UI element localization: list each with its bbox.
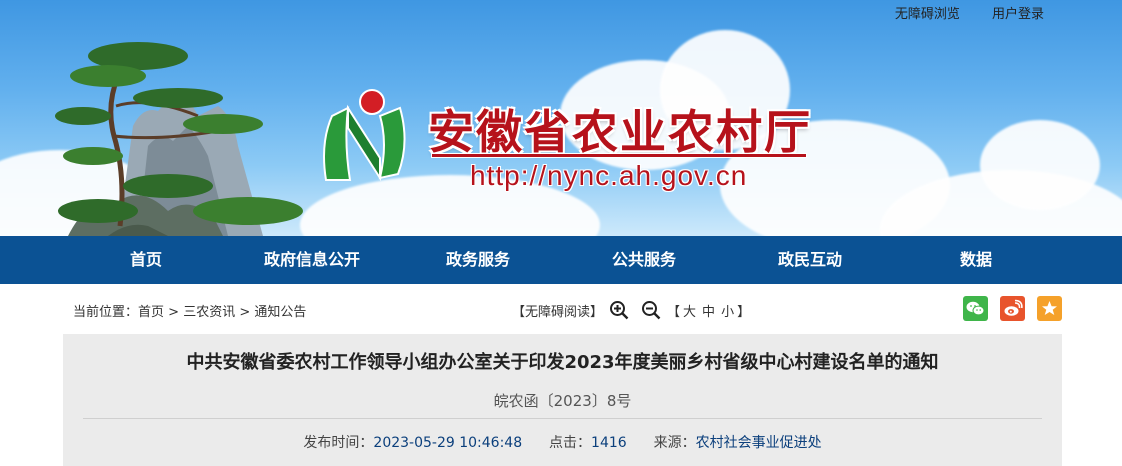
site-title: 安徽省农业农村厅 — [428, 105, 812, 159]
zoom-out-icon[interactable] — [641, 300, 661, 320]
zoom-in-icon[interactable] — [609, 300, 629, 320]
publish-time: 2023-05-29 10:46:48 — [373, 435, 523, 451]
weibo-icon — [1004, 299, 1023, 316]
article-source: 农村社会事业促进处 — [695, 435, 822, 451]
huangshan-pine-illustration — [55, 42, 303, 236]
publish-time-label: 发布时间： — [303, 435, 374, 451]
star-icon — [1042, 301, 1057, 315]
font-size-bracket-open: 【 — [667, 304, 681, 320]
breadcrumb-separator: > — [239, 305, 251, 320]
title-underline — [432, 154, 806, 157]
nav-item-gov-service[interactable]: 政务服务 — [395, 236, 561, 284]
breadcrumb: 当前位置：首页 > 三农资讯 > 通知公告 — [73, 301, 306, 320]
nav-item-data[interactable]: 数据 — [893, 236, 1059, 284]
main-nav: 首页 政府信息公开 政务服务 公共服务 政民互动 数据 — [0, 236, 1122, 284]
font-size-small[interactable]: 小 — [721, 301, 734, 320]
breadcrumb-item-notices[interactable]: 通知公告 — [254, 305, 306, 320]
wechat-icon — [966, 301, 985, 316]
user-login-link[interactable]: 用户登录 — [992, 7, 1044, 22]
nav-item-home[interactable]: 首页 — [63, 236, 229, 284]
article-doc-number: 皖农函〔2023〕8号 — [493, 392, 632, 410]
site-url: http://nync.ah.gov.cn — [470, 160, 748, 191]
nav-item-interaction[interactable]: 政民互动 — [727, 236, 893, 284]
clicks-label: 点击： — [549, 435, 592, 451]
top-links: 无障碍浏览 用户登录 — [867, 3, 1044, 22]
accessible-browse-link[interactable]: 无障碍浏览 — [895, 7, 960, 22]
article-toolbar: 当前位置：首页 > 三农资讯 > 通知公告 【无障碍阅读】 【 大 中 小 】 — [0, 284, 1122, 334]
nav-item-public-service[interactable]: 公共服务 — [561, 236, 727, 284]
article-meta: 发布时间：2023-05-29 10:46:48 点击：1416 来源：农村社会… — [63, 432, 1062, 452]
share-wechat-button[interactable] — [963, 296, 988, 321]
breadcrumb-prefix: 当前位置： — [73, 305, 139, 320]
source-label: 来源： — [653, 435, 696, 451]
accessible-read-link[interactable]: 【无障碍阅读】 — [512, 301, 603, 320]
font-size-medium[interactable]: 中 — [702, 301, 715, 320]
share-weibo-button[interactable] — [1000, 296, 1025, 321]
breadcrumb-separator: > — [168, 305, 180, 320]
breadcrumb-item-news[interactable]: 三农资讯 — [183, 305, 235, 320]
article-title: 中共安徽省委农村工作领导小组办公室关于印发2023年度美丽乡村省级中心村建设名单… — [186, 352, 939, 373]
breadcrumb-item-home[interactable]: 首页 — [138, 305, 164, 320]
favorite-button[interactable] — [1037, 296, 1062, 321]
ministry-logo-icon — [323, 89, 406, 182]
nav-item-gov-info[interactable]: 政府信息公开 — [229, 236, 395, 284]
site-banner: 无障碍浏览 用户登录 安徽省农业农村厅 http://nync.ah.gov.c… — [0, 0, 1122, 236]
clicks-count: 1416 — [591, 435, 627, 451]
reading-tools: 【无障碍阅读】 【 大 中 小 】 — [512, 300, 750, 320]
font-size-large[interactable]: 大 — [683, 301, 696, 320]
cloud-decoration — [980, 120, 1100, 210]
article-divider — [83, 418, 1042, 419]
article-header: 中共安徽省委农村工作领导小组办公室关于印发2023年度美丽乡村省级中心村建设名单… — [63, 334, 1062, 466]
font-size-bracket-close: 】 — [737, 304, 751, 320]
